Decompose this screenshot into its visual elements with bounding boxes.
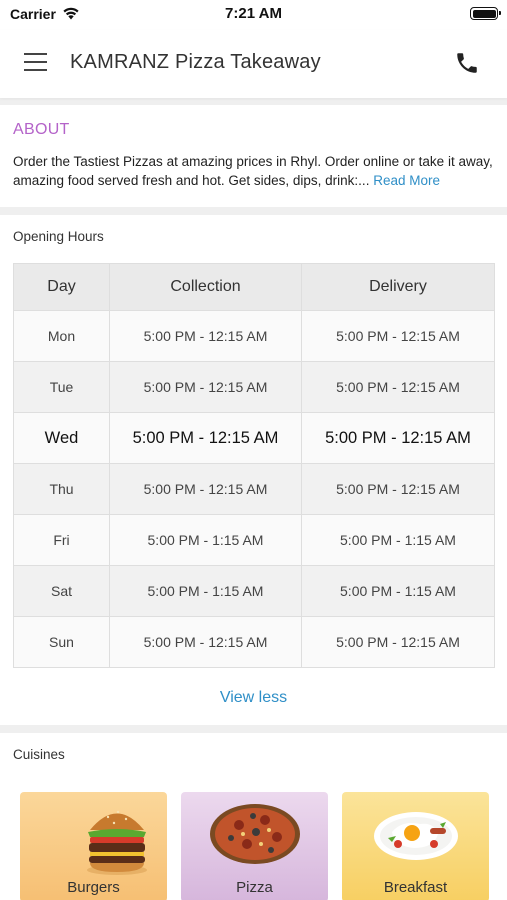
cuisines-title: Cuisines — [13, 747, 65, 762]
day-cell: Sat — [13, 565, 110, 617]
collection-hours-cell: 5:00 PM - 12:15 AM — [109, 463, 302, 515]
view-less-link[interactable]: View less — [0, 689, 507, 707]
cuisines-section: Cuisines Burgers Pizza Breakfast — [0, 733, 507, 900]
opening-hours-section: Opening Hours Day Collection Delivery Mo… — [0, 215, 507, 725]
delivery-hours-cell: 5:00 PM - 12:15 AM — [301, 310, 495, 362]
cuisine-label: Pizza — [236, 879, 273, 896]
collection-hours-cell: 5:00 PM - 1:15 AM — [109, 514, 302, 566]
collection-hours-cell: 5:00 PM - 12:15 AM — [109, 616, 302, 668]
table-row: Fri 5:00 PM - 1:15 AM 5:00 PM - 1:15 AM — [13, 514, 495, 566]
delivery-hours-cell: 5:00 PM - 12:15 AM — [301, 616, 495, 668]
battery-icon — [470, 7, 501, 20]
delivery-hours-cell: 5:00 PM - 1:15 AM — [301, 565, 495, 617]
table-row: Thu 5:00 PM - 12:15 AM 5:00 PM - 12:15 A… — [13, 463, 495, 515]
app-header: KAMRANZ Pizza Takeaway — [0, 30, 507, 98]
opening-hours-table: Day Collection Delivery Mon 5:00 PM - 12… — [13, 263, 495, 668]
cuisine-tile-burgers[interactable]: Burgers — [20, 792, 167, 900]
wifi-icon — [63, 7, 79, 20]
cuisine-label: Burgers — [67, 879, 120, 896]
column-header-day: Day — [13, 263, 110, 311]
delivery-hours-cell: 5:00 PM - 12:15 AM — [301, 463, 495, 515]
delivery-hours-cell: 5:00 PM - 1:15 AM — [301, 514, 495, 566]
day-cell: Sun — [13, 616, 110, 668]
about-title: ABOUT — [13, 121, 70, 138]
hamburger-menu-icon[interactable] — [24, 53, 47, 71]
cuisine-tile-breakfast[interactable]: Breakfast — [342, 792, 489, 900]
delivery-hours-cell: 5:00 PM - 12:15 AM — [301, 412, 495, 464]
day-cell: Wed — [13, 412, 110, 464]
table-row: Mon 5:00 PM - 12:15 AM 5:00 PM - 12:15 A… — [13, 310, 495, 362]
table-header-row: Day Collection Delivery — [13, 263, 495, 311]
table-row: Sun 5:00 PM - 12:15 AM 5:00 PM - 12:15 A… — [13, 616, 495, 668]
phone-icon[interactable] — [454, 50, 480, 76]
day-cell: Mon — [13, 310, 110, 362]
cuisine-tile-pizza[interactable]: Pizza — [181, 792, 328, 900]
collection-hours-cell: 5:00 PM - 1:15 AM — [109, 565, 302, 617]
about-description: Order the Tastiest Pizzas at amazing pri… — [13, 153, 496, 190]
column-header-collection: Collection — [109, 263, 302, 311]
collection-hours-cell: 5:00 PM - 12:15 AM — [109, 310, 302, 362]
column-header-delivery: Delivery — [301, 263, 495, 311]
table-row-today: Wed 5:00 PM - 12:15 AM 5:00 PM - 12:15 A… — [13, 412, 495, 464]
collection-hours-cell: 5:00 PM - 12:15 AM — [109, 412, 302, 464]
read-more-link[interactable]: Read More — [373, 173, 440, 188]
status-bar: Carrier 7:21 AM — [0, 0, 507, 30]
table-row: Tue 5:00 PM - 12:15 AM 5:00 PM - 12:15 A… — [13, 361, 495, 413]
page-title: KAMRANZ Pizza Takeaway — [70, 51, 321, 73]
opening-hours-title: Opening Hours — [13, 229, 104, 244]
day-cell: Fri — [13, 514, 110, 566]
delivery-hours-cell: 5:00 PM - 12:15 AM — [301, 361, 495, 413]
cuisine-label: Breakfast — [383, 879, 448, 896]
day-cell: Tue — [13, 361, 110, 413]
carrier-label: Carrier — [10, 6, 56, 22]
table-row: Sat 5:00 PM - 1:15 AM 5:00 PM - 1:15 AM — [13, 565, 495, 617]
about-section: ABOUT Order the Tastiest Pizzas at amazi… — [0, 105, 507, 207]
collection-hours-cell: 5:00 PM - 12:15 AM — [109, 361, 302, 413]
day-cell: Thu — [13, 463, 110, 515]
